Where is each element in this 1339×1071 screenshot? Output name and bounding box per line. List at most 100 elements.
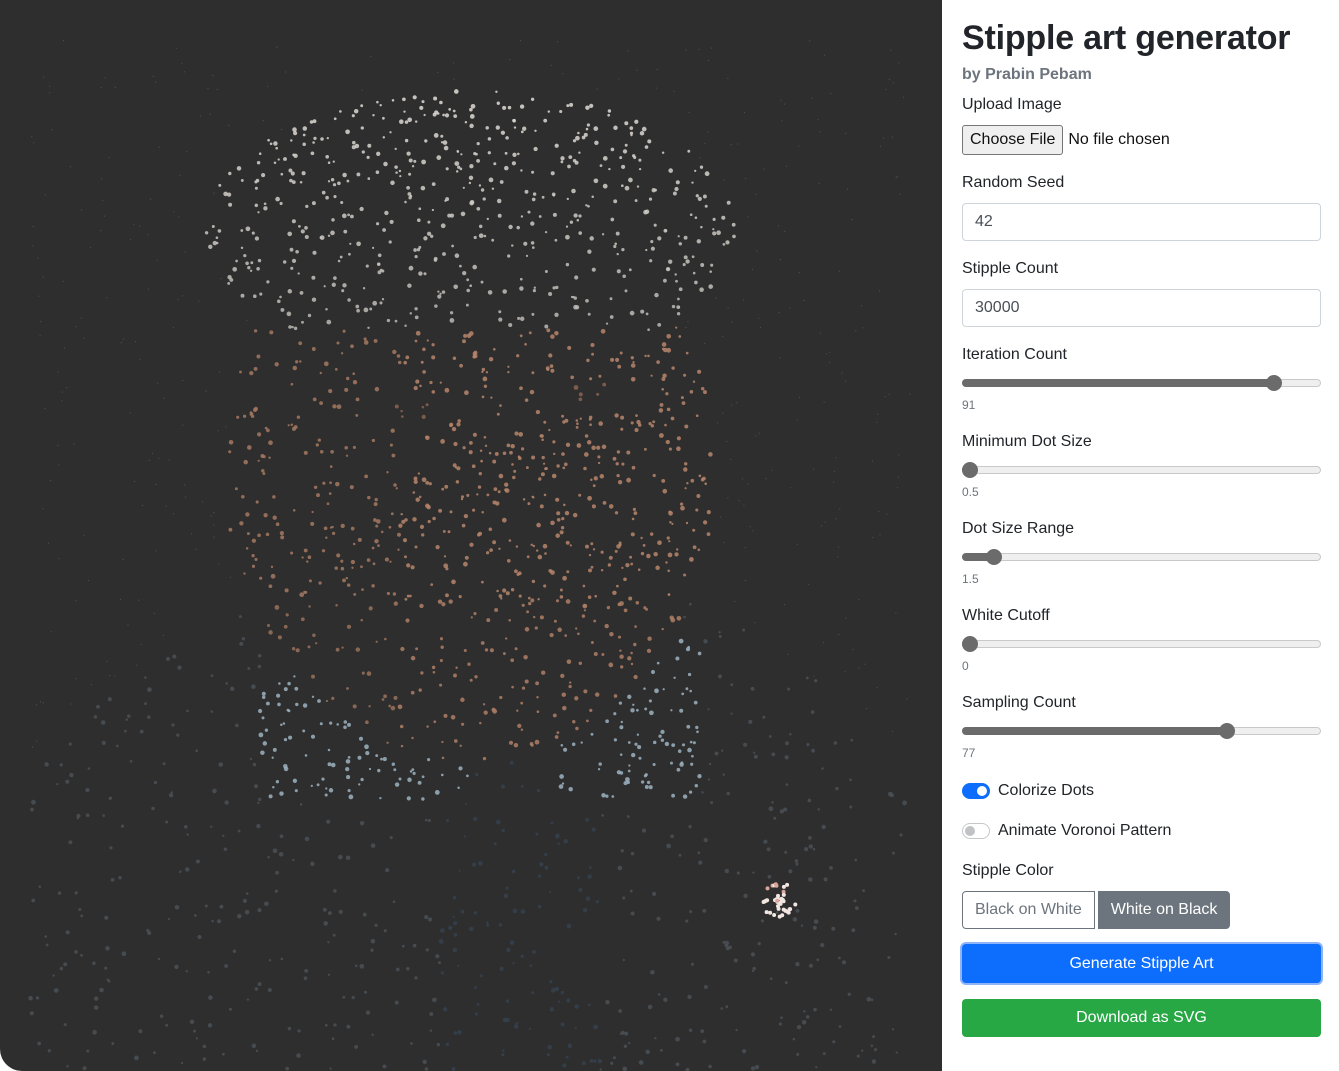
stipple-dot (777, 225, 780, 227)
animate-voronoi-toggle[interactable]: Animate Voronoi Pattern (962, 820, 1171, 842)
toggle-switch-on[interactable] (962, 783, 990, 799)
stipple-dot (566, 923, 572, 929)
stipple-dot (414, 315, 419, 320)
download-svg-button[interactable]: Download as SVG (962, 999, 1321, 1037)
random-seed-input[interactable]: 42 (962, 203, 1321, 241)
stipple-dot (500, 130, 506, 135)
stipple-dot (108, 156, 110, 158)
slider-thumb[interactable] (1219, 723, 1236, 739)
stipple-dot (479, 721, 482, 725)
stipple-dot (517, 316, 521, 320)
stipple-dot (325, 536, 328, 539)
stipple-dot (512, 908, 518, 914)
choose-file-button[interactable]: Choose File (962, 125, 1064, 155)
stipple-dot (630, 356, 634, 360)
stipple-dot (356, 241, 361, 247)
stipple-dot (640, 309, 645, 314)
stipple-dot (38, 295, 40, 297)
stipple-dot (619, 601, 624, 606)
stipple-dot (469, 114, 475, 119)
stipple-dot (568, 684, 572, 689)
stipple-dot (550, 520, 555, 526)
stipple-dot (375, 754, 379, 758)
stipple-dot (586, 123, 591, 127)
stipple-dot (717, 674, 723, 679)
stipple-dot (784, 850, 788, 854)
slider-thumb[interactable] (962, 462, 978, 478)
stipple-dot (268, 456, 271, 459)
stipple-dot (52, 974, 55, 977)
stipple-dot (87, 580, 89, 582)
stipple-dot (377, 262, 381, 266)
stipple-dot (335, 481, 340, 487)
stipple-dot (552, 452, 556, 456)
slider-thumb[interactable] (1265, 375, 1282, 391)
stipple-dot (683, 255, 688, 260)
stipple-dot (432, 671, 436, 674)
stipple-dot (208, 995, 213, 1000)
stipple-dot (463, 561, 468, 567)
slider-thumb[interactable] (962, 636, 978, 652)
stipple-dot (538, 477, 542, 481)
stipple-dot (681, 743, 686, 747)
iteration-count-slider[interactable] (962, 375, 1321, 391)
stipple-dot (282, 260, 287, 264)
min-dot-size-slider[interactable] (962, 462, 1321, 478)
stipple-dot (408, 172, 412, 176)
stipple-dot (473, 350, 478, 355)
stipple-dot (310, 861, 315, 867)
stipple-dot (652, 762, 656, 767)
stipple-dot (639, 131, 645, 136)
stipple-dot (328, 389, 333, 394)
sampling-count-slider[interactable] (962, 723, 1321, 739)
stipple-dot (817, 119, 819, 121)
white-on-black-button[interactable]: White on Black (1097, 891, 1231, 929)
stipple-dot (891, 1028, 895, 1031)
white-cutoff-slider[interactable] (962, 636, 1321, 652)
stipple-dot (585, 127, 589, 131)
dot-size-range-slider[interactable] (962, 549, 1321, 565)
stipple-dot (432, 997, 437, 1003)
stipple-dot (252, 294, 257, 299)
stipple-dot (763, 168, 765, 170)
stipple-dot (664, 423, 667, 427)
stipple-dot (299, 290, 304, 295)
colorize-dots-toggle[interactable]: Colorize Dots (962, 780, 1094, 802)
stipple-dot (280, 723, 283, 726)
stipple-dot (512, 961, 515, 965)
stipple-dot (620, 720, 623, 724)
stipple-dot (613, 244, 617, 249)
stipple-dot (543, 118, 548, 123)
stipple-dot (331, 218, 335, 222)
stipple-dot (591, 195, 594, 198)
stipple-dot (593, 1059, 597, 1063)
stipple-dot (44, 194, 46, 196)
stipple-dot (466, 278, 470, 282)
stipple-dot (151, 806, 155, 811)
stipple-dot (568, 786, 573, 792)
stipple-dot (727, 77, 729, 79)
stipple-dot (419, 603, 424, 609)
stipple-dot (371, 438, 376, 443)
stipple-dot (562, 73, 564, 75)
file-input[interactable]: Choose File No file chosen (962, 125, 1170, 155)
stipple-dot (623, 608, 628, 613)
stipple-dot (462, 186, 465, 189)
stipple-dot (771, 801, 774, 804)
stipple-dot (352, 445, 356, 449)
slider-thumb[interactable] (986, 549, 1002, 565)
stipple-dot (682, 794, 688, 799)
generate-button[interactable]: Generate Stipple Art (962, 944, 1321, 983)
stipple-dot (685, 351, 689, 355)
stipple-dot (390, 512, 394, 516)
black-on-white-button[interactable]: Black on White (962, 891, 1095, 929)
toggle-switch-off[interactable] (962, 823, 990, 839)
stipple-dot (343, 725, 347, 730)
stipple-dot (482, 376, 488, 382)
stipple-dot (165, 820, 169, 824)
stipple-dot (566, 570, 570, 574)
stipple-count-input[interactable]: 30000 (962, 289, 1321, 327)
stipple-dot (637, 423, 642, 427)
stipple-dot (524, 398, 529, 402)
stipple-dot (445, 567, 449, 571)
